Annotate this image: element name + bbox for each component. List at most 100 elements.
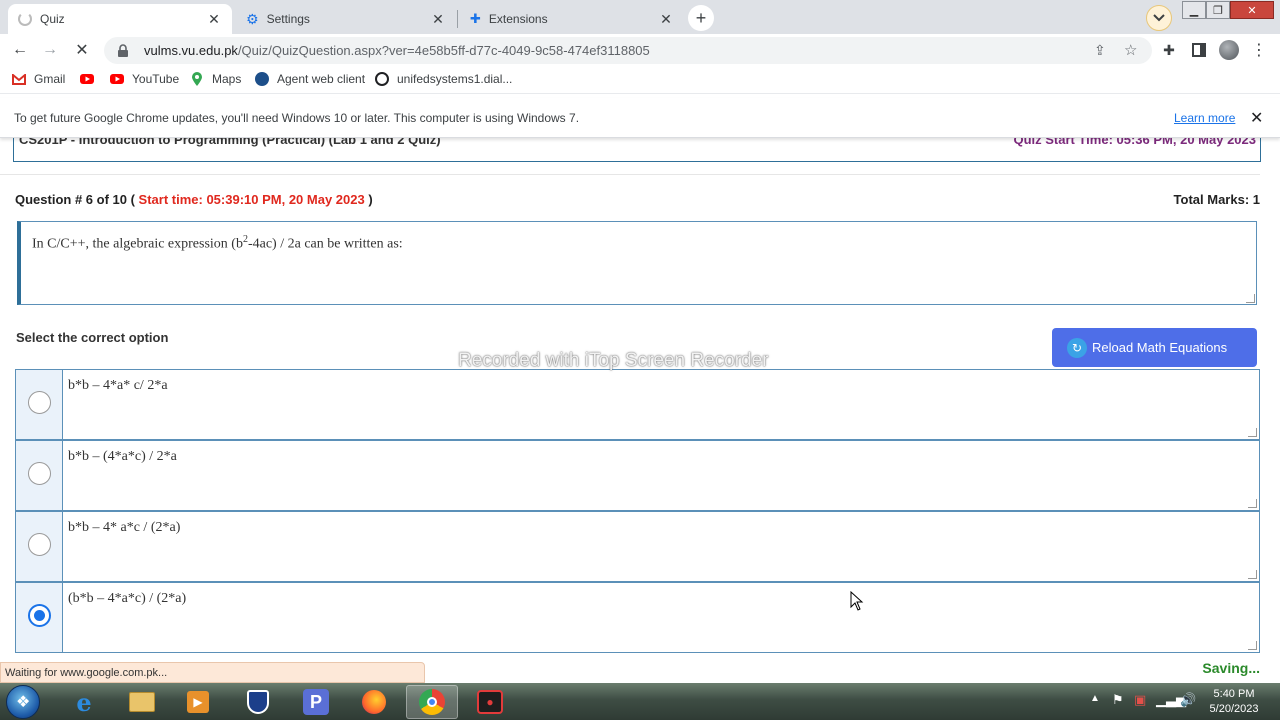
learn-more-link[interactable]: Learn more [1174,111,1235,125]
windows-logo-icon: ❖ [16,694,31,711]
back-button[interactable]: ← [8,38,32,62]
taskbar-p-app[interactable]: P [290,685,342,719]
minimize-button[interactable]: ▁ [1182,1,1206,19]
answer-option[interactable]: b*b – 4* a*c / (2*a) [15,511,1260,582]
close-icon[interactable]: ✕ [430,11,446,28]
select-option-label: Select the correct option [16,330,169,345]
share-icon[interactable]: ⇪ [1094,42,1106,59]
question-text-prefix: In C/C++, the algebraic expression (b [32,236,243,252]
question-header-close: ) [368,192,373,207]
kebab-menu-icon: ⋮ [1251,42,1267,59]
screen-recorder-icon: ● [477,690,503,714]
reload-math-equations-button[interactable]: ↻ Reload Math Equations [1052,328,1257,367]
answer-option-selected[interactable]: (b*b – 4*a*c) / (2*a) [15,582,1260,653]
forward-button[interactable]: → [38,38,62,62]
taskbar-firefox[interactable] [348,685,400,719]
close-icon[interactable]: ✕ [1250,108,1263,128]
start-button[interactable]: ❖ [6,685,40,719]
radio-cell [16,583,63,652]
taskbar-screen-recorder[interactable]: ● [464,685,516,719]
infobar-message: To get future Google Chrome updates, you… [14,111,580,125]
address-bar[interactable]: vulms.vu.edu.pk/Quiz/QuizQuestion.aspx?v… [104,37,1152,64]
reload-button-label: Reload Math Equations [1092,340,1228,355]
arrow-right-icon: → [42,41,58,58]
tray-expand-icon[interactable]: ▲ [1090,693,1100,704]
radio-cell [16,370,63,439]
restore-button[interactable]: ❐ [1206,1,1230,19]
new-tab-button[interactable]: + [688,5,714,31]
close-icon: ✕ [1247,4,1257,17]
puzzle-icon: ✚ [470,11,481,26]
taskbar-internet-explorer[interactable]: e [58,685,110,719]
volume-icon[interactable]: 🔊 [1180,692,1196,708]
lock-icon [118,43,128,57]
tab-title: Settings [266,12,310,26]
profile-avatar[interactable] [1217,38,1241,62]
clock-time: 5:40 PM [1213,688,1255,700]
url-text: vulms.vu.edu.pk/Quiz/QuizQuestion.aspx?v… [144,43,650,58]
radio-cell [16,441,63,510]
answer-radio[interactable] [28,391,51,414]
resize-handle[interactable] [1248,428,1257,437]
firefox-icon [362,690,386,714]
tab-title: Extensions [488,12,548,26]
menu-button[interactable]: ⋮ [1247,38,1271,62]
extensions-button[interactable]: ✚ [1157,38,1181,62]
tab-quiz[interactable]: Quiz ✕ [8,4,232,34]
answer-option[interactable]: b*b – 4*a* c/ 2*a [15,369,1260,440]
taskbar-media-player[interactable]: ▶ [172,685,224,719]
globe-icon [255,72,269,86]
bookmark-agent-web-client[interactable]: Agent web client [255,72,365,86]
resize-handle[interactable] [1248,570,1257,579]
tab-extensions[interactable]: ✚ Extensions ✕ [460,4,684,34]
p-app-icon: P [303,689,329,715]
bookmark-gmail[interactable]: Gmail [12,72,65,86]
answer-radio[interactable] [28,462,51,485]
flag-icon[interactable]: ⚑ [1112,692,1124,708]
bookmark-label: Agent web client [277,72,366,86]
answer-radio[interactable] [28,533,51,556]
system-clock[interactable]: 5:40 PM 5/20/2023 [1202,687,1266,717]
bookmark-label: Gmail [34,72,66,86]
answer-text: b*b – 4* a*c / (2*a) [68,520,181,535]
plus-icon: + [695,7,707,28]
media-player-icon: ▶ [187,691,209,713]
bookmark-youtube-icon-only[interactable] [80,72,102,86]
taskbar-shield-app[interactable] [232,685,284,719]
loading-icon [18,12,32,26]
answer-option[interactable]: b*b – (4*a*c) / 2*a [15,440,1260,511]
saving-indicator: Saving... [1202,660,1260,676]
resize-handle[interactable] [1248,641,1257,650]
window-close-button[interactable]: ✕ [1230,1,1274,19]
minimize-icon: ▁ [1189,4,1199,17]
bookmark-unifedsystems[interactable]: unifedsystems1.dial... [375,72,512,86]
question-box: In C/C++, the algebraic expression (b2-4… [17,221,1257,305]
bookmark-label: unifedsystems1.dial... [397,72,513,86]
star-icon[interactable]: ☆ [1124,41,1137,59]
question-text-suffix: -4ac) / 2a can be written as: [247,236,403,252]
bookmark-youtube[interactable]: YouTube [110,72,179,86]
taskbar-chrome[interactable] [406,685,458,719]
close-icon[interactable]: ✕ [658,11,674,28]
restore-icon: ❐ [1213,4,1223,17]
tab-search-button[interactable] [1146,5,1172,31]
answer-text: b*b – 4*a* c/ 2*a [68,378,168,393]
tab-settings[interactable]: ⚙ Settings ✕ [236,4,456,34]
avatar-icon [1219,40,1239,60]
side-panel-button[interactable] [1187,38,1211,62]
bookmark-maps[interactable]: Maps [190,72,241,86]
resize-handle[interactable] [1246,294,1255,303]
answer-text: b*b – (4*a*c) / 2*a [68,449,177,464]
bookmark-label: YouTube [132,72,180,86]
total-marks: Total Marks: 1 [1173,192,1260,207]
shield-icon [247,690,269,714]
url-host: vulms.vu.edu.pk [144,43,238,58]
taskbar-file-explorer[interactable] [116,685,168,719]
security-icon[interactable]: ▣ [1134,692,1146,708]
close-icon[interactable]: ✕ [206,11,222,28]
stop-button[interactable]: ✕ [70,38,94,62]
answer-radio-selected[interactable] [28,604,51,627]
arrow-left-icon: ← [12,41,28,58]
resize-handle[interactable] [1248,499,1257,508]
course-header: CS201P - Introduction to Programming (Pr… [13,138,1261,162]
